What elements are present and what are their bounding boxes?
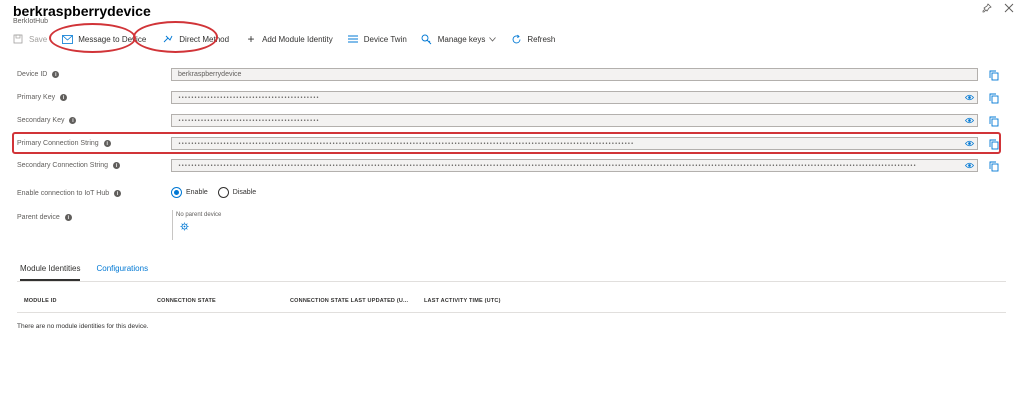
copy-icon[interactable]: [989, 161, 999, 172]
tab-module-identities[interactable]: Module Identities: [20, 264, 81, 281]
primary-connection-string-field[interactable]: ••••••••••••••••••••••••••••••••••••••••…: [171, 137, 978, 150]
save-button[interactable]: Save: [0, 28, 53, 50]
message-to-device-label: Message to Device: [78, 34, 147, 44]
secondary-connection-string-row: Secondary Connection String i •••••••••••…: [0, 159, 1024, 175]
plus-icon: +: [247, 32, 255, 46]
eye-icon[interactable]: [965, 93, 974, 102]
window-controls: [982, 3, 1014, 16]
disable-radio[interactable]: [217, 187, 229, 198]
page-subtitle: BerkIotHub: [13, 18, 49, 25]
device-id-label: Device ID i: [17, 71, 60, 78]
primary-connection-string-row: Primary Connection String i •••••••••••••…: [0, 137, 1024, 153]
parent-device-label: Parent device i: [17, 214, 72, 221]
enable-radio-option[interactable]: Enable: [171, 187, 208, 198]
enable-radio-label: Enable: [186, 189, 208, 196]
secondary-connection-string-field[interactable]: ••••••••••••••••••••••••••••••••••••••••…: [171, 159, 978, 172]
disable-radio-option[interactable]: Disable: [217, 187, 257, 198]
info-icon[interactable]: i: [52, 71, 60, 78]
info-icon[interactable]: i: [113, 162, 121, 169]
enable-connection-row: Enable connection to IoT Hub i: [0, 187, 1024, 203]
command-bar: Save Message to Device Direct Method + A…: [0, 28, 1024, 50]
mail-icon: [61, 33, 73, 45]
direct-method-label: Direct Method: [179, 34, 230, 44]
parent-device-value: No parent device: [176, 212, 222, 218]
parent-device-row: Parent device i: [0, 211, 1024, 227]
info-icon[interactable]: i: [64, 214, 72, 221]
column-header-last-activity-time[interactable]: LAST ACTIVITY TIME (UTC): [424, 298, 501, 304]
manage-keys-button[interactable]: Manage keys: [415, 28, 503, 50]
tab-bar: Module Identities Configurations: [20, 264, 148, 281]
close-icon[interactable]: [1004, 3, 1014, 16]
tab-divider: [17, 281, 1006, 282]
secondary-key-field[interactable]: ••••••••••••••••••••••••••••••••••••••••…: [171, 114, 978, 127]
save-icon: [12, 33, 24, 45]
copy-icon[interactable]: [989, 139, 999, 150]
copy-icon[interactable]: [989, 93, 999, 104]
chevron-down-icon: [489, 35, 497, 44]
info-icon[interactable]: i: [60, 94, 68, 101]
primary-key-field[interactable]: ••••••••••••••••••••••••••••••••••••••••…: [171, 91, 978, 104]
enable-connection-label: Enable connection to IoT Hub i: [17, 190, 122, 197]
info-icon[interactable]: i: [114, 190, 122, 197]
column-header-connection-state[interactable]: CONNECTION STATE: [157, 298, 216, 304]
direct-method-icon: [162, 33, 174, 45]
refresh-icon: [510, 33, 522, 45]
enable-connection-radio-group: Enable Disable: [171, 187, 260, 198]
copy-icon[interactable]: [989, 70, 999, 81]
secondary-key-label: Secondary Key i: [17, 117, 77, 124]
primary-key-label: Primary Key i: [17, 94, 68, 101]
page-title: berkraspberrydevice: [13, 3, 151, 19]
device-twin-label: Device Twin: [363, 34, 407, 44]
tab-configurations[interactable]: Configurations: [96, 264, 148, 281]
column-header-connection-state-last-updated[interactable]: CONNECTION STATE LAST UPDATED (U...: [290, 298, 408, 304]
device-id-field[interactable]: berkraspberrydevice: [171, 68, 978, 81]
primary-key-row: Primary Key i •••••••••••••••••••••••••••…: [0, 91, 1024, 107]
refresh-label: Refresh: [527, 34, 556, 44]
enable-radio[interactable]: [171, 187, 182, 198]
table-header-divider: [17, 312, 1006, 313]
direct-method-button[interactable]: Direct Method: [156, 28, 235, 50]
manage-keys-label: Manage keys: [437, 34, 486, 44]
copy-icon[interactable]: [989, 116, 999, 127]
secondary-connection-string-label: Secondary Connection String i: [17, 162, 121, 169]
info-icon[interactable]: i: [103, 140, 111, 147]
parent-device-box: No parent device: [172, 210, 221, 240]
eye-icon[interactable]: [965, 116, 974, 125]
eye-icon[interactable]: [965, 139, 974, 148]
message-to-device-button[interactable]: Message to Device: [55, 28, 152, 50]
key-icon: [421, 33, 433, 45]
add-module-identity-button[interactable]: + Add Module Identity: [239, 28, 339, 50]
gear-icon[interactable]: [180, 222, 189, 231]
device-id-row: Device ID i berkraspberrydevice: [0, 68, 1024, 84]
eye-icon[interactable]: [965, 161, 974, 170]
secondary-key-row: Secondary Key i •••••••••••••••••••••••••…: [0, 114, 1024, 130]
add-module-identity-label: Add Module Identity: [262, 34, 333, 44]
list-icon: [347, 33, 359, 45]
primary-connection-string-label: Primary Connection String i: [17, 140, 111, 147]
empty-table-message: There are no module identities for this …: [17, 323, 149, 330]
save-label: Save: [29, 34, 48, 44]
column-header-module-id[interactable]: MODULE ID: [24, 298, 57, 304]
pin-icon[interactable]: [982, 3, 992, 16]
device-twin-button[interactable]: Device Twin: [341, 28, 413, 50]
disable-radio-label: Disable: [232, 189, 257, 196]
info-icon[interactable]: i: [69, 117, 77, 124]
table-header: MODULE ID CONNECTION STATE CONNECTION ST…: [17, 296, 1006, 308]
refresh-button[interactable]: Refresh: [504, 28, 561, 50]
